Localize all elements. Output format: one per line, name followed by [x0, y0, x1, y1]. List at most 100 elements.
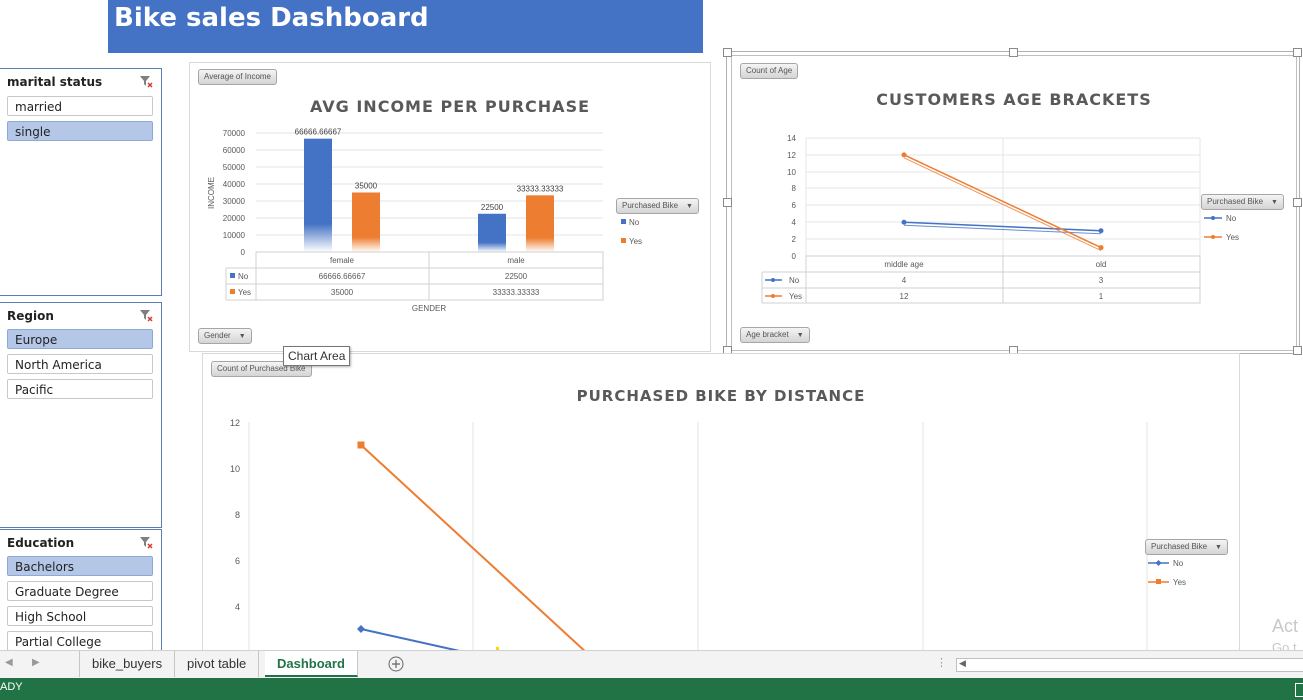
table-row-no: No	[789, 276, 800, 285]
y-tick: 70000	[223, 129, 246, 138]
status-bar: ADY	[0, 678, 1303, 700]
axis-field-button[interactable]: Gender ▼	[198, 328, 252, 344]
y-tick: 10	[230, 464, 240, 474]
legend-no: No	[1173, 559, 1184, 568]
sheet-tab-bar: ◀ ▶ bike_buyers pivot table Dashboard ⋮ …	[0, 650, 1303, 679]
slicer-region[interactable]: Region Europe North America Pacific	[0, 302, 162, 528]
y-tick: 8	[792, 184, 797, 193]
y-tick: 6	[235, 556, 240, 566]
y-tick: 12	[230, 418, 240, 428]
table-col-middle-age: middle age	[884, 260, 924, 269]
y-tick: 6	[792, 201, 797, 210]
clear-filter-icon[interactable]	[139, 309, 153, 322]
slicer-title: Region	[7, 309, 54, 323]
legend-field-label: Purchased Bike	[1151, 542, 1208, 551]
bar-yes-female	[352, 192, 380, 252]
y-tick: 10	[787, 168, 796, 177]
slicer-item-single[interactable]: single	[7, 121, 153, 141]
slicer-item-europe[interactable]: Europe	[7, 329, 153, 349]
dashboard-banner: Bike sales Dashboard	[108, 0, 703, 53]
scroll-right-icon[interactable]: ▶	[32, 657, 40, 668]
axis-field-button[interactable]: Age bracket ▼	[740, 327, 810, 343]
slicer-item-partial-college[interactable]: Partial College	[7, 631, 153, 651]
distance-chart-plot: 12 10 8 6 4 No Yes	[230, 418, 1186, 654]
bar-no-male	[478, 213, 506, 252]
dropdown-arrow-icon: ▼	[238, 333, 246, 340]
legend-yes: Yes	[1173, 578, 1186, 587]
resize-handle[interactable]	[723, 198, 732, 207]
dropdown-arrow-icon: ▼	[1271, 199, 1278, 206]
y-tick: 2	[792, 235, 797, 244]
point-yes	[901, 152, 907, 158]
horizontal-scrollbar[interactable]: ◀	[956, 658, 1303, 672]
y-tick: 8	[235, 510, 240, 520]
splitter-handle-icon[interactable]: ⋮	[936, 656, 947, 669]
legend-field-button[interactable]: Purchased Bike ▼	[1145, 539, 1228, 555]
legend-no: No	[629, 218, 640, 227]
data-label: 22500	[481, 203, 504, 212]
resize-handle[interactable]	[1293, 346, 1302, 355]
age-chart[interactable]: Count of Age CUSTOMERS AGE BRACKETS 14 1…	[731, 55, 1297, 351]
point-no	[1098, 228, 1104, 234]
y-axis-title: INCOME	[207, 177, 216, 209]
legend-field-button[interactable]: Purchased Bike ▼	[616, 198, 699, 214]
income-chart[interactable]: Average of Income AVG INCOME PER PURCHAS…	[189, 62, 711, 352]
table-cell: 66666.66667	[319, 272, 366, 281]
slicer-item-high-school[interactable]: High School	[7, 606, 153, 626]
activation-watermark: Act	[1272, 616, 1299, 636]
y-tick: 14	[787, 134, 796, 143]
dropdown-arrow-icon: ▼	[796, 332, 804, 339]
x-axis-title: GENDER	[412, 304, 446, 313]
scroll-left-icon[interactable]: ◀	[5, 657, 13, 668]
y-tick: 4	[792, 218, 797, 227]
y-tick: 10000	[223, 231, 246, 240]
dropdown-arrow-icon: ▼	[686, 203, 693, 210]
y-tick: 50000	[223, 163, 246, 172]
tab-pivot-table[interactable]: pivot table	[175, 651, 260, 677]
y-axis-ticks: 14 12 10 8 6 4 2 0	[787, 134, 796, 261]
bar-yes-male	[526, 195, 554, 252]
table-cell: 35000	[331, 288, 354, 297]
table-col-male: male	[507, 256, 525, 265]
data-label: 33333.33333	[517, 184, 564, 193]
dashboard-title: Bike sales Dashboard	[114, 3, 429, 33]
slicer-item-pacific[interactable]: Pacific	[7, 379, 153, 399]
resize-handle[interactable]	[1293, 48, 1302, 57]
data-label: 35000	[355, 182, 378, 191]
y-axis-ticks: 70000 60000 50000 40000 30000 20000 1000…	[223, 129, 246, 257]
y-tick: 40000	[223, 180, 246, 189]
slicer-item-married[interactable]: married	[7, 96, 153, 116]
clear-filter-icon[interactable]	[139, 536, 153, 549]
table-col-old: old	[1096, 260, 1107, 269]
table-row-yes: Yes	[789, 292, 802, 301]
slicer-item-graduate-degree[interactable]: Graduate Degree	[7, 581, 153, 601]
add-sheet-icon[interactable]	[388, 656, 404, 672]
slicer-education[interactable]: Education Bachelors Graduate Degree High…	[0, 529, 162, 661]
y-tick: 30000	[223, 197, 246, 206]
point-yes	[1098, 245, 1104, 251]
slicer-item-north-america[interactable]: North America	[7, 354, 153, 374]
y-tick: 4	[235, 602, 240, 612]
resize-handle[interactable]	[1293, 198, 1302, 207]
distance-chart[interactable]: Count of Purchased Bike PURCHASED BIKE B…	[202, 353, 1240, 655]
view-normal-icon[interactable]	[1295, 683, 1303, 697]
y-tick: 20000	[223, 214, 246, 223]
slicer-title: Education	[7, 536, 75, 550]
data-label: 66666.66667	[295, 128, 342, 137]
slicer-marital-status[interactable]: marital status married single	[0, 68, 162, 296]
y-tick: 0	[241, 248, 246, 257]
tab-bike-buyers[interactable]: bike_buyers	[79, 651, 176, 677]
tab-dashboard[interactable]: Dashboard	[265, 651, 358, 677]
slicer-item-bachelors[interactable]: Bachelors	[7, 556, 153, 576]
clear-filter-icon[interactable]	[139, 75, 153, 88]
legend-field-button[interactable]: Purchased Bike ▼	[1201, 194, 1284, 210]
table-cell: 12	[900, 292, 909, 301]
resize-handle[interactable]	[723, 48, 732, 57]
resize-handle[interactable]	[1009, 48, 1018, 57]
scroll-left-arrow-icon[interactable]: ◀	[959, 658, 966, 669]
axis-field-label: Gender	[204, 331, 231, 340]
y-tick: 60000	[223, 146, 246, 155]
series-line-yes	[360, 444, 589, 654]
y-tick: 12	[787, 151, 796, 160]
legend-no: No	[1226, 214, 1237, 223]
